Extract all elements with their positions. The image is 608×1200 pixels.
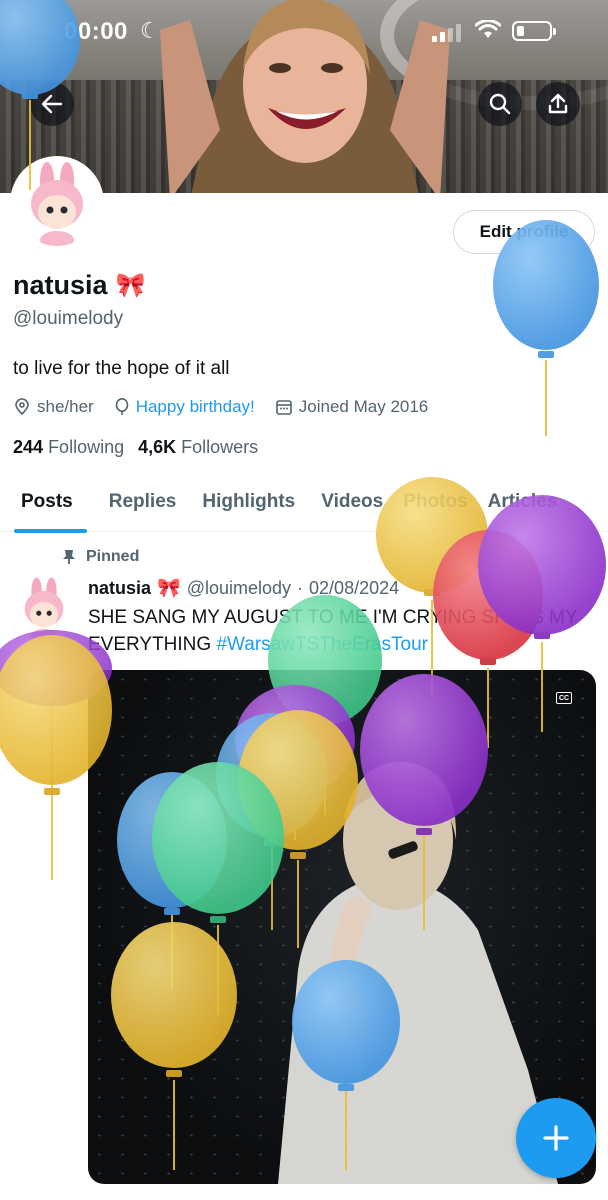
tab-highlights[interactable]: Highlights: [190, 472, 309, 532]
birthday-item[interactable]: Happy birthday!: [114, 397, 255, 417]
arrow-left-icon: [41, 94, 63, 114]
calendar-icon: [275, 400, 292, 415]
search-icon: [489, 93, 511, 115]
share-icon: [548, 93, 568, 114]
profile-handle: @louimelody: [13, 308, 124, 329]
display-name-text: natusia: [13, 270, 108, 300]
bow-emoji-icon: 🎀: [115, 272, 146, 299]
post-header: natusia 🎀 @louimelody · 02/08/2024: [88, 576, 399, 600]
profile-avatar[interactable]: [10, 156, 104, 250]
tab-videos[interactable]: Videos: [309, 472, 397, 532]
followers-link[interactable]: 4,6K Followers: [138, 437, 258, 458]
post-date[interactable]: 02/08/2024: [309, 578, 399, 599]
sonny-angel-avatar-image: [24, 577, 64, 640]
pinned-label: Pinned: [86, 548, 140, 565]
tab-replies[interactable]: Replies: [87, 472, 191, 532]
bow-emoji-icon: 🎀: [157, 578, 181, 599]
wifi-icon: [475, 20, 501, 38]
battery-icon: [512, 21, 556, 41]
compose-post-button[interactable]: [516, 1098, 596, 1178]
share-button[interactable]: [536, 82, 580, 126]
tab-articles[interactable]: Articles: [482, 472, 572, 532]
followers-label: Followers: [181, 437, 259, 457]
status-bar: 00:00 ☾: [0, 0, 608, 64]
display-name: natusia 🎀: [13, 270, 145, 301]
joined-item: Joined May 2016: [275, 397, 428, 417]
post-separator: ·: [297, 577, 304, 598]
status-time: 00:00: [64, 18, 128, 45]
following-link[interactable]: 244 Following: [13, 437, 124, 458]
pronouns-item: she/her: [13, 397, 94, 417]
tab-posts[interactable]: Posts: [0, 472, 87, 533]
profile-tabs: Posts Replies Highlights Videos Photos A…: [0, 472, 608, 533]
moon-icon: ☾: [140, 18, 160, 43]
post-author-handle[interactable]: @louimelody: [187, 578, 291, 599]
follow-stats: 244 Following 4,6K Followers: [13, 437, 258, 458]
balloon-icon: [115, 398, 129, 415]
closed-captions-icon[interactable]: CC: [556, 692, 572, 704]
joined-text: Joined May 2016: [298, 397, 429, 416]
pronouns-text: she/her: [37, 397, 94, 416]
post-author-avatar[interactable]: [12, 576, 76, 640]
post-video[interactable]: CC: [88, 670, 596, 1184]
performer-figure: [278, 761, 558, 1184]
birthday-text: Happy birthday!: [135, 397, 255, 416]
tab-photos[interactable]: Photos: [397, 472, 481, 532]
location-pin-icon: [15, 398, 29, 416]
post-hashtag[interactable]: #WarsawTSTheErasTour: [216, 634, 428, 655]
plus-icon: [543, 1125, 569, 1151]
edit-profile-button[interactable]: Edit profile: [453, 210, 595, 254]
profile-meta: she/her Happy birthday! Joined May 2016: [13, 396, 448, 418]
following-label: Following: [48, 437, 125, 457]
back-button[interactable]: [30, 82, 74, 126]
post-text: SHE SANG MY AUGUST TO ME I'M CRYING SHE …: [88, 604, 593, 658]
cellular-signal-icon: [432, 24, 462, 42]
pinned-indicator: Pinned: [62, 548, 139, 566]
post-author-name[interactable]: natusia: [88, 578, 151, 599]
sonny-angel-avatar-image: [31, 162, 83, 246]
followers-count: 4,6K: [138, 437, 177, 457]
search-button[interactable]: [478, 82, 522, 126]
pin-icon: [63, 550, 75, 564]
profile-bio: to live for the hope of it all: [13, 358, 230, 379]
following-count: 244: [13, 437, 44, 457]
